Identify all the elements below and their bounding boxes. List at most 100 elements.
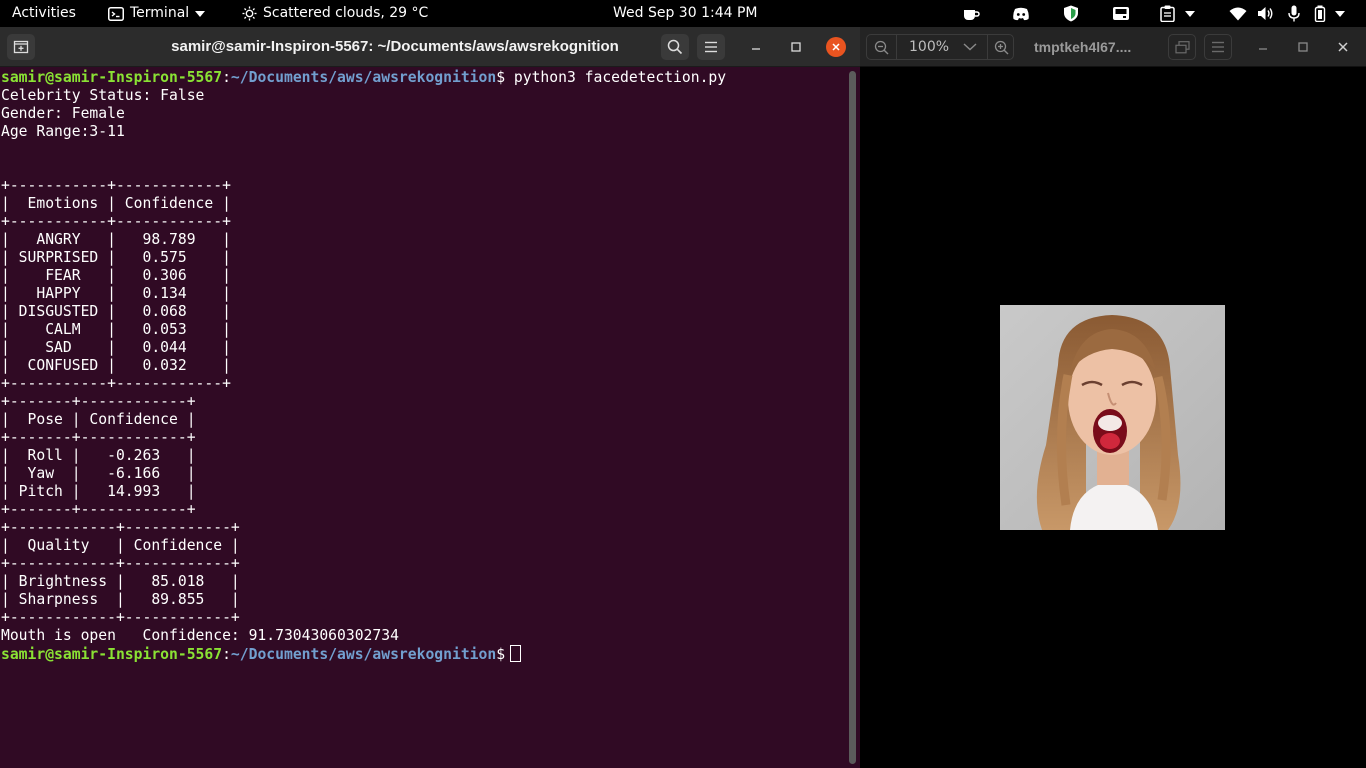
output-line: +------------+------------+ (1, 519, 240, 536)
terminal-window-title: samir@samir-Inspiron-5567: ~/Documents/a… (171, 38, 619, 55)
sun-cloud-icon (242, 6, 257, 21)
output-line: Gender: Female (1, 105, 125, 122)
prompt-path: ~/Documents/aws/awsrekognition (230, 69, 497, 86)
output-line: Celebrity Status: False (1, 87, 205, 104)
output-line: | Yaw | -6.166 | (1, 465, 196, 482)
output-line: Mouth is open Confidence: 91.73043060302… (1, 627, 399, 644)
clipboard-icon (1160, 5, 1175, 22)
output-line: | DISGUSTED | 0.068 | (1, 303, 231, 320)
terminal-app-icon (108, 6, 124, 21)
image-canvas[interactable] (860, 68, 1366, 768)
power-menu[interactable] (1313, 5, 1353, 22)
command-line: samir@samir-Inspiron-5567:~/Documents/aw… (1, 69, 727, 86)
prompt-user: samir@samir-Inspiron-5567 (1, 646, 223, 663)
minimize-button[interactable] (1249, 34, 1277, 60)
discord-icon[interactable] (1012, 5, 1030, 22)
output-line: | Pitch | 14.993 | (1, 483, 196, 500)
close-icon (832, 43, 840, 51)
app-menu-label: Terminal (130, 5, 190, 21)
terminal-window: samir@samir-Inspiron-5567: ~/Documents/a… (0, 27, 860, 768)
terminal-header-bar: samir@samir-Inspiron-5567: ~/Documents/a… (0, 27, 860, 67)
output-line: +-----------+------------+ (1, 375, 231, 392)
minimize-icon (1259, 48, 1267, 50)
minimize-button[interactable] (742, 34, 770, 60)
menu-button[interactable] (1204, 34, 1232, 60)
new-tab-icon (13, 40, 29, 54)
output-line: | Quality | Confidence | (1, 537, 240, 554)
new-tab-button[interactable] (7, 34, 35, 60)
image-viewer-header-bar: 100% tmptkeh4l67.... (860, 27, 1366, 67)
search-button[interactable] (661, 34, 689, 60)
output-line: | CONFUSED | 0.032 | (1, 357, 231, 374)
close-button[interactable] (826, 37, 846, 57)
top-bar: Activities Terminal Scattered clouds, 29… (0, 0, 1366, 27)
zoom-in-icon (994, 40, 1008, 54)
maximize-icon (791, 42, 801, 52)
chevron-down-icon[interactable] (963, 43, 977, 51)
output-line: | ANGRY | 98.789 | (1, 231, 231, 248)
weather-label: Scattered clouds, 29 °C (263, 5, 429, 21)
output-line: | Pose | Confidence | (1, 411, 196, 428)
output-line: +------------+------------+ (1, 555, 240, 572)
maximize-icon (1298, 42, 1308, 52)
current-prompt-line: samir@samir-Inspiron-5567:~/Documents/aw… (1, 645, 846, 663)
maximize-button[interactable] (1289, 34, 1317, 60)
prompt-path: ~/Documents/aws/awsrekognition (230, 646, 497, 663)
wifi-icon[interactable] (1229, 5, 1247, 22)
minimize-icon (752, 48, 760, 50)
output-line: +------------+------------+ (1, 609, 240, 626)
zoom-control: 100% (866, 34, 1014, 60)
output-line: | FEAR | 0.306 | (1, 267, 231, 284)
close-button[interactable] (1329, 34, 1357, 60)
output-line: +-----------+------------+ (1, 213, 231, 230)
fullscreen-button[interactable] (1168, 34, 1196, 60)
output-line: +-------+------------+ (1, 393, 196, 410)
output-block: Celebrity Status: False Gender: Female Age… (1, 87, 846, 645)
search-icon (667, 39, 683, 55)
output-line: | HAPPY | 0.134 | (1, 285, 231, 302)
clock[interactable]: Wed Sep 30 1:44 PM (613, 0, 757, 27)
close-icon (1338, 42, 1348, 52)
girl-screaming-photo (1000, 305, 1225, 530)
chevron-down-icon (1335, 10, 1345, 17)
image-viewer-window: 100% tmptkeh4l67.... (860, 27, 1366, 768)
zoom-in-button[interactable] (987, 35, 1014, 59)
terminal-output[interactable]: samir@samir-Inspiron-5567:~/Documents/aw… (0, 69, 846, 768)
output-line: +-----------+------------+ (1, 177, 231, 194)
maximize-button[interactable] (782, 34, 810, 60)
shield-icon[interactable] (1062, 5, 1080, 22)
zoom-out-button[interactable] (867, 35, 897, 59)
copy-windows-icon (1174, 40, 1190, 53)
output-line: | Emotions | Confidence | (1, 195, 231, 212)
terminal-scrollbar[interactable] (849, 71, 856, 764)
output-line: | Roll | -0.263 | (1, 447, 196, 464)
activities-button[interactable]: Activities (12, 0, 76, 27)
output-line: +-------+------------+ (1, 429, 196, 446)
output-line: | CALM | 0.053 | (1, 321, 231, 338)
output-line: | Sharpness | 89.855 | (1, 591, 240, 608)
output-line: | SAD | 0.044 | (1, 339, 231, 356)
command-text: python3 facedetection.py (513, 69, 727, 86)
clipboard-menu[interactable] (1160, 5, 1200, 22)
volume-icon[interactable] (1257, 5, 1275, 22)
chevron-down-icon (195, 10, 206, 17)
image-viewer-title: tmptkeh4l67.... (1034, 39, 1132, 55)
output-line: +-------+------------+ (1, 501, 196, 518)
drive-icon[interactable] (1112, 5, 1130, 22)
weather-indicator[interactable]: Scattered clouds, 29 °C (242, 0, 428, 27)
hamburger-menu-icon (705, 41, 717, 53)
output-line: | SURPRISED | 0.575 | (1, 249, 231, 266)
text-cursor (510, 645, 522, 662)
microphone-icon[interactable] (1285, 5, 1303, 22)
coffee-cup-icon[interactable] (962, 5, 980, 22)
menu-button[interactable] (697, 34, 725, 60)
output-line: | Brightness | 85.018 | (1, 573, 240, 590)
app-menu[interactable]: Terminal (108, 0, 206, 27)
zoom-out-icon (874, 40, 889, 54)
prompt-user: samir@samir-Inspiron-5567 (1, 69, 223, 86)
battery-icon (1314, 5, 1326, 22)
chevron-down-icon (1185, 10, 1195, 17)
hamburger-menu-icon (1212, 41, 1224, 53)
